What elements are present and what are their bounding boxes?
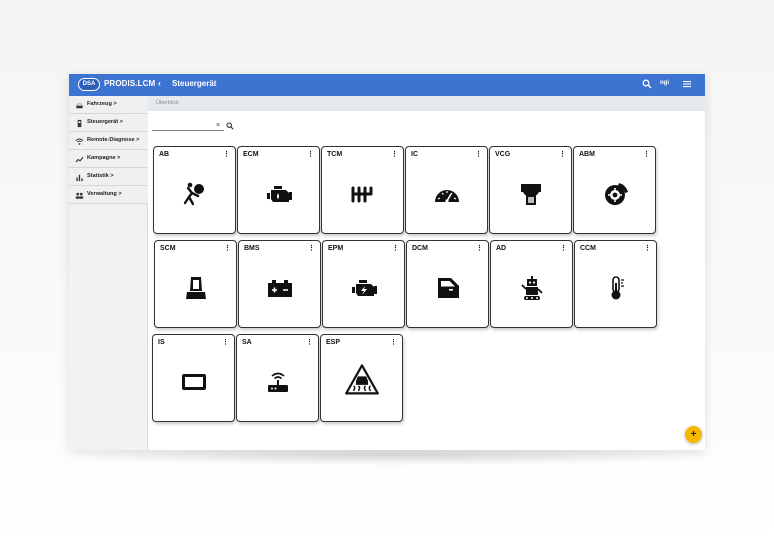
tile-ccm[interactable]: CCM ⋮: [574, 240, 657, 328]
tile-menu-button[interactable]: ⋮: [476, 244, 483, 252]
tile-epm[interactable]: EPM ⋮: [322, 240, 405, 328]
tile-menu-button[interactable]: ⋮: [222, 338, 229, 346]
skid-warning-icon: [345, 364, 379, 395]
user-name[interactable]: ngi: [660, 80, 669, 86]
breadcrumb: Überblick: [148, 96, 705, 111]
app-window: DSA PRODIS.LCM ‹ Steuergerät ngi Fahrzeu…: [69, 74, 705, 450]
sidebar-item-label: Remote-Diagnose >: [87, 137, 140, 143]
battery-icon: [268, 280, 292, 297]
tile-menu-button[interactable]: ⋮: [644, 244, 651, 252]
tile-label: SA: [242, 339, 252, 346]
page-title: Steuergerät: [172, 79, 217, 88]
sidebar-item-steuergeraet[interactable]: Steuergerät >: [69, 114, 148, 132]
tile-abm[interactable]: ABM ⋮: [573, 146, 656, 234]
tile-menu-button[interactable]: ⋮: [306, 338, 313, 346]
sidebar-item-verwaltung[interactable]: Verwaltung >: [69, 186, 148, 204]
tile-ecm[interactable]: ECM ⋮: [237, 146, 320, 234]
tile-label: IS: [158, 339, 165, 346]
tile-label: TCM: [327, 151, 343, 158]
router-icon: [268, 372, 288, 392]
clear-search-button[interactable]: ×: [216, 122, 220, 129]
gateway-icon: [521, 184, 541, 205]
tile-label: ECM: [243, 151, 259, 158]
sidebar-item-label: Steuergerät >: [87, 119, 123, 125]
sidebar-item-fahrzeug[interactable]: Fahrzeug >: [69, 96, 148, 114]
sidebar-item-remote-diagnose[interactable]: Remote-Diagnose >: [69, 132, 148, 150]
tile-label: ABM: [579, 151, 595, 158]
tile-menu-button[interactable]: ⋮: [308, 244, 315, 252]
speedometer-icon: [435, 190, 459, 203]
tile-scm[interactable]: SCM ⋮: [154, 240, 237, 328]
tile-label: AB: [159, 151, 170, 158]
thermometer-icon: [611, 276, 624, 300]
door-icon: [438, 278, 459, 298]
sidebar-item-kampagne[interactable]: Kampagne >: [69, 150, 148, 168]
tile-menu-button[interactable]: ⋮: [475, 150, 482, 158]
search-icon[interactable]: [226, 122, 234, 130]
sidebar-item-statistik[interactable]: Statistik >: [69, 168, 148, 186]
tile-label: IC: [411, 151, 418, 158]
tile-menu-button[interactable]: ⋮: [307, 150, 314, 158]
tile-vcg[interactable]: VCG ⋮: [489, 146, 572, 234]
car-icon: [76, 103, 83, 109]
tile-label: ESP: [326, 339, 341, 346]
people-icon: [75, 192, 84, 199]
sidebar-item-label: Statistik >: [87, 173, 114, 179]
robot-icon: [521, 276, 543, 300]
tile-menu-button[interactable]: ⋮: [390, 338, 397, 346]
tile-ad[interactable]: AD ⋮: [490, 240, 573, 328]
trend-icon: [75, 156, 84, 163]
tile-dcm[interactable]: DCM ⋮: [406, 240, 489, 328]
tile-menu-button[interactable]: ⋮: [560, 244, 567, 252]
sidebar-item-label: Verwaltung >: [87, 191, 122, 197]
tile-label: SCM: [160, 245, 176, 252]
tile-menu-button[interactable]: ⋮: [392, 244, 399, 252]
search-input[interactable]: [152, 121, 224, 131]
tile-esp[interactable]: ESP ⋮: [320, 334, 403, 422]
back-button[interactable]: ‹: [158, 78, 161, 88]
wifi-icon: [75, 138, 84, 145]
bar-chart-icon: [76, 174, 83, 182]
tile-menu-button[interactable]: ⋮: [224, 244, 231, 252]
tile-ab[interactable]: AB ⋮: [153, 146, 236, 234]
engine-icon: [267, 186, 292, 202]
tile-menu-button[interactable]: ⋮: [643, 150, 650, 158]
top-app-bar: DSA PRODIS.LCM ‹ Steuergerät ngi: [69, 74, 705, 96]
search-icon[interactable]: [642, 79, 652, 89]
hamburger-menu-icon[interactable]: [682, 79, 692, 89]
tile-label: EPM: [328, 245, 344, 252]
sidebar: Fahrzeug > Steuergerät > Remote-Diagnose…: [69, 96, 148, 450]
tile-menu-button[interactable]: ⋮: [223, 150, 230, 158]
sidebar-item-label: Fahrzeug >: [87, 101, 117, 107]
brake-disc-icon: [605, 183, 628, 205]
gearbox-icon: [351, 186, 373, 203]
add-button[interactable]: +: [685, 426, 702, 443]
tile-menu-button[interactable]: ⋮: [391, 150, 398, 158]
airbag-icon: [183, 182, 204, 206]
tile-label: CCM: [580, 245, 596, 252]
dsa-logo: DSA: [78, 78, 100, 91]
breadcrumb-item[interactable]: Überblick: [156, 100, 179, 106]
seat-icon: [186, 277, 206, 299]
tile-ic[interactable]: IC ⋮: [405, 146, 488, 234]
screen-icon: [182, 374, 206, 390]
tile-is[interactable]: IS ⋮: [152, 334, 235, 422]
tile-tcm[interactable]: TCM ⋮: [321, 146, 404, 234]
tile-menu-button[interactable]: ⋮: [559, 150, 566, 158]
controller-icon: [77, 119, 82, 128]
tile-bms[interactable]: BMS ⋮: [238, 240, 321, 328]
engine-power-icon: [352, 280, 377, 296]
brand-name: PRODIS.LCM: [104, 79, 156, 88]
sidebar-item-label: Kampagne >: [87, 155, 121, 161]
tile-label: BMS: [244, 245, 260, 252]
tile-label: VCG: [495, 151, 511, 158]
tile-label: DCM: [412, 245, 428, 252]
tile-label: AD: [496, 245, 507, 252]
tile-sa[interactable]: SA ⋮: [236, 334, 319, 422]
